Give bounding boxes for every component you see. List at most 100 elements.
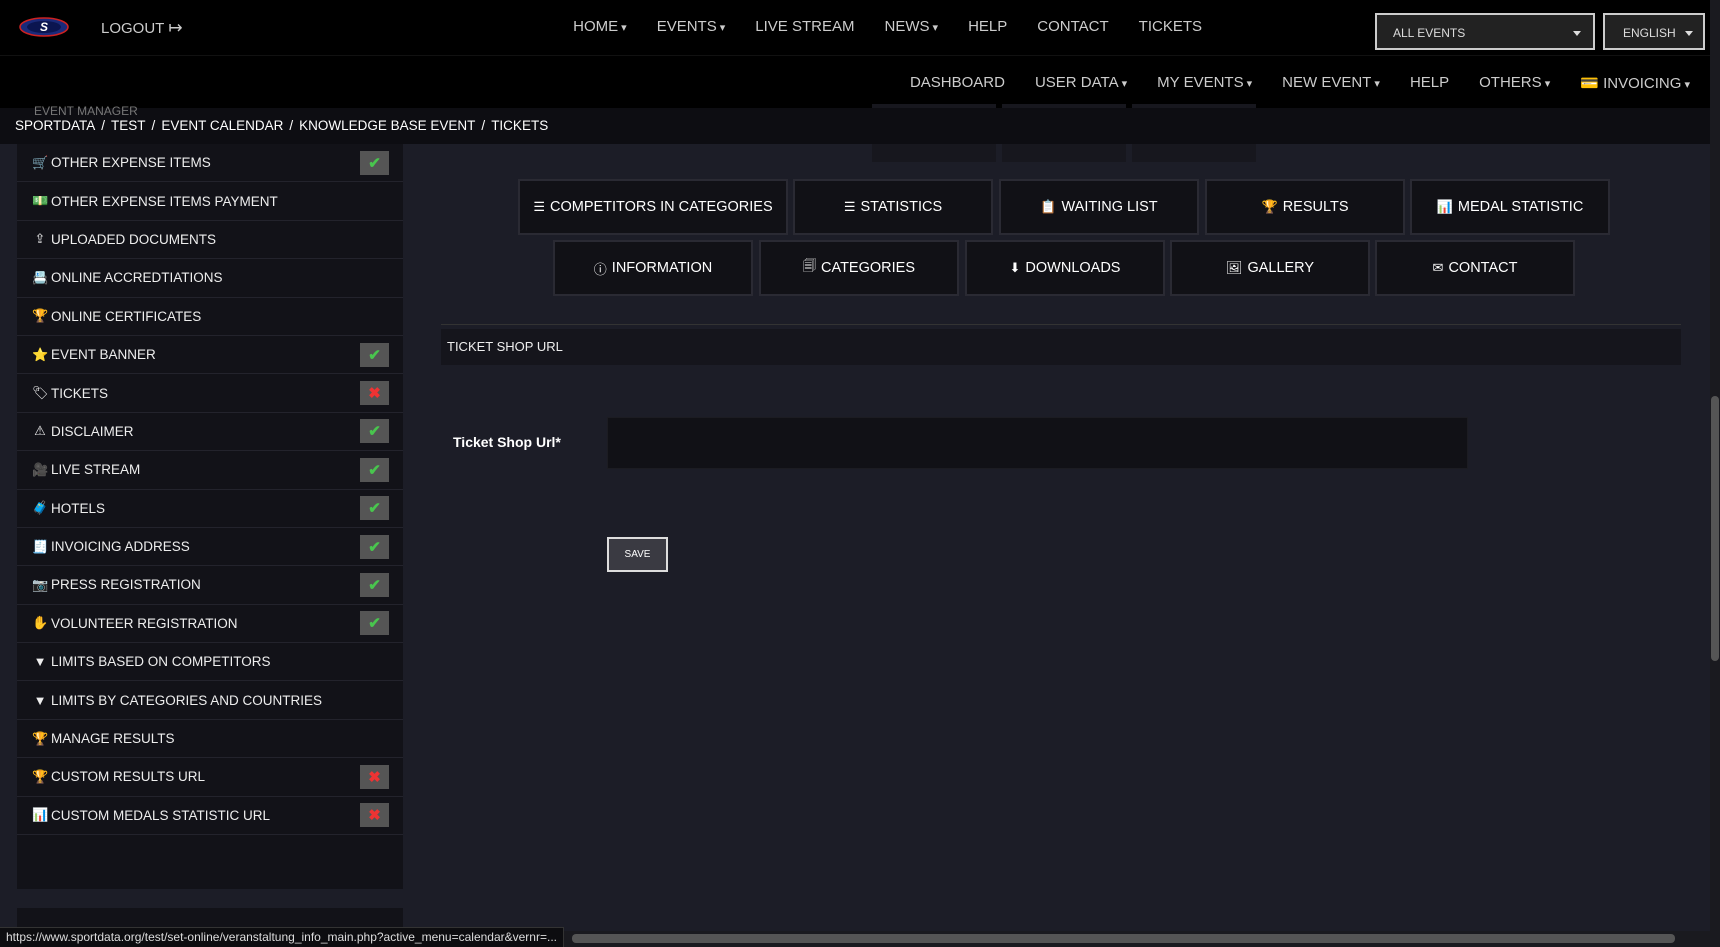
sidebar-item-label: PRESS REGISTRATION — [51, 577, 201, 593]
envelope-icon: ✉ — [1432, 260, 1444, 275]
id-card-icon: 💳 — [1580, 75, 1604, 92]
sidebar-item-other-expense-items-payment[interactable]: 💵 OTHER EXPENSE ITEMS PAYMENT — [17, 182, 403, 221]
sidebar-item-label: CUSTOM RESULTS URL — [51, 769, 206, 785]
sidebar-item-limits-by-categories-and-countries[interactable]: ▼ LIMITS BY CATEGORIES AND COUNTRIES — [17, 681, 403, 720]
invoice-icon: 🧾 — [32, 538, 49, 554]
logout-link[interactable]: LOGOUT ↦ — [101, 18, 183, 38]
nav-events[interactable]: EVENTS — [657, 18, 726, 35]
sidebar-item-label: ONLINE CERTIFICATES — [51, 308, 202, 324]
check-icon: ✔ — [360, 611, 389, 636]
trophy-icon: 🏆 — [32, 730, 49, 746]
sidebar-item-label: INVOICING ADDRESS — [51, 539, 190, 555]
money-icon: 💵 — [32, 193, 49, 209]
breadcrumb-item[interactable]: KNOWLEDGE BASE EVENT — [299, 118, 475, 133]
subnav-label: MY EVENTS — [1157, 74, 1244, 91]
nav-tickets[interactable]: TICKETS — [1139, 18, 1202, 35]
ticket-shop-url-input[interactable] — [607, 417, 1468, 469]
sidebar-item-label: TICKETS — [51, 385, 109, 401]
cross-icon: ✖ — [360, 803, 389, 828]
sidebar-item-live-stream[interactable]: 🎥 LIVE STREAM ✔ — [17, 451, 403, 490]
sportdata-logo[interactable]: S — [18, 14, 70, 40]
nav-help[interactable]: HELP — [968, 18, 1007, 35]
sidebar-item-label: LIVE STREAM — [51, 462, 141, 478]
subnav-my-events[interactable]: MY EVENTS — [1157, 74, 1252, 92]
logout-label: LOGOUT — [101, 19, 165, 37]
check-icon: ✔ — [360, 342, 389, 367]
button-medal-statistic[interactable]: 📊 MEDAL STATISTIC — [1410, 179, 1610, 235]
sidebar-item-hotels[interactable]: 🧳 HOTELS ✔ — [17, 490, 403, 528]
subnav-invoicing[interactable]: 💳 INVOICING — [1580, 74, 1690, 92]
top-navbar: S LOGOUT ↦ HOME EVENTS LIVE STREAM NEWS HELP… — [0, 0, 1720, 56]
button-label: MEDAL STATISTIC — [1457, 199, 1584, 215]
info-icon: ⓘ — [593, 261, 607, 277]
button-waiting-list[interactable]: 📋 WAITING LIST — [999, 179, 1199, 235]
filter-icon: ▼ — [33, 692, 47, 708]
nav-contact[interactable]: CONTACT — [1037, 18, 1108, 35]
sidebar-item-label: MANAGE RESULTS — [51, 731, 175, 747]
breadcrumb-item[interactable]: SPORTDATA — [15, 118, 95, 133]
sidebar-item-invoicing-address[interactable]: 🧾 INVOICING ADDRESS ✔ — [17, 528, 403, 567]
horizontal-scroll-thumb[interactable] — [572, 934, 1675, 943]
button-downloads[interactable]: ⬇ DOWNLOADS — [965, 240, 1165, 296]
button-label: WAITING LIST — [1061, 199, 1158, 215]
main-nav: HOME EVENTS LIVE STREAM NEWS HELP CONTACT TICK… — [573, 18, 1202, 35]
sidebar-item-custom-results-url[interactable]: 🏆 CUSTOM RESULTS URL ✖ — [17, 758, 403, 797]
filter-icon: ▼ — [33, 654, 47, 670]
events-select[interactable]: ALL EVENTS — [1375, 13, 1595, 50]
subnav-user-data[interactable]: USER DATA — [1035, 74, 1127, 92]
button-categories[interactable]: 🗐 CATEGORIES — [759, 240, 959, 296]
save-button[interactable]: SAVE — [607, 537, 668, 572]
sidebar-item-label: EVENT BANNER — [51, 347, 156, 363]
upload-icon: ⇪ — [34, 231, 46, 247]
sidebar-item-volunteer-registration[interactable]: ✋ VOLUNTEER REGISTRATION ✔ — [17, 605, 403, 644]
sidebar-item-press-registration[interactable]: 📷 PRESS REGISTRATION ✔ — [17, 566, 403, 605]
sidebar-item-online-accredtiations[interactable]: 📇 ONLINE ACCREDTIATIONS — [17, 259, 403, 298]
download-icon: ⬇ — [1009, 260, 1021, 275]
breadcrumb-separator: / — [289, 118, 294, 133]
sidebar-item-uploaded-documents[interactable]: ⇪ UPLOADED DOCUMENTS — [17, 221, 403, 260]
button-competitors-in-categories[interactable]: ☰ COMPETITORS IN CATEGORIES — [518, 179, 788, 235]
nav-news[interactable]: NEWS — [885, 18, 939, 35]
sidebar-item-label: VOLUNTEER REGISTRATION — [51, 615, 238, 631]
subnav-label: HELP — [1409, 74, 1450, 91]
ghost-event-manager: EVENT MANAGER — [34, 104, 138, 118]
sidebar-item-label: OTHER EXPENSE ITEMS — [51, 155, 211, 171]
sidebar-item-tickets[interactable]: 🏷 TICKETS ✖ — [17, 374, 403, 413]
sidebar-item-manage-results[interactable]: 🏆 MANAGE RESULTS — [17, 720, 403, 759]
subnav-help[interactable]: HELP — [1410, 74, 1449, 92]
button-information[interactable]: ⓘ INFORMATION — [553, 240, 753, 296]
button-statistics[interactable]: ☰ STATISTICS — [793, 179, 993, 235]
button-label: CATEGORIES — [821, 260, 915, 276]
list-check-icon: ☰ — [533, 199, 545, 214]
button-contact[interactable]: ✉ CONTACT — [1375, 240, 1575, 296]
subnav-dashboard[interactable]: DASHBOARD — [910, 74, 1005, 92]
nav-live-stream[interactable]: LIVE STREAM — [755, 18, 854, 35]
subnav-label: USER DATA — [1034, 74, 1119, 91]
clipboard-icon: 📋 — [1040, 199, 1057, 214]
subnav-label: NEW EVENT — [1282, 74, 1372, 91]
subnav-label: DASHBOARD — [909, 74, 1005, 91]
breadcrumb-separator: / — [481, 118, 486, 133]
subnav-new-event[interactable]: NEW EVENT — [1282, 74, 1380, 92]
button-label: DOWNLOADS — [1025, 260, 1121, 276]
sidebar-item-other-expense-items[interactable]: 🛒 OTHER EXPENSE ITEMS ✔ — [17, 144, 403, 183]
language-select[interactable]: ENGLISH — [1603, 13, 1705, 50]
sidebar-item-disclaimer[interactable]: ⚠ DISCLAIMER ✔ — [17, 413, 403, 452]
button-results[interactable]: 🏆 RESULTS — [1205, 179, 1405, 235]
button-gallery[interactable]: 🖼 GALLERY — [1170, 240, 1370, 296]
section-header: TICKET SHOP URL — [441, 329, 1681, 365]
breadcrumb-item[interactable]: TEST — [111, 118, 146, 133]
nav-home[interactable]: HOME — [573, 18, 627, 35]
sidebar-item-limits-based-on-competitors[interactable]: ▼ LIMITS BASED ON COMPETITORS — [17, 643, 403, 682]
sidebar-item-online-certificates[interactable]: 🏆 ONLINE CERTIFICATES — [17, 298, 403, 336]
trophy-icon: 🏆 — [1261, 199, 1278, 214]
sidebar-item-event-banner[interactable]: ⭐ EVENT BANNER ✔ — [17, 336, 403, 375]
sidebar-item-custom-medals-statistic-url[interactable]: 📊 CUSTOM MEDALS STATISTIC URL ✖ — [17, 797, 403, 836]
sidebar-item-label: LIMITS BASED ON COMPETITORS — [51, 654, 271, 670]
check-icon: ✔ — [360, 572, 389, 597]
breadcrumb-item[interactable]: EVENT CALENDAR — [161, 118, 283, 133]
check-icon: ✔ — [360, 457, 389, 482]
status-url: https://www.sportdata.org/test/set-onlin… — [0, 927, 564, 947]
subnav-others[interactable]: OTHERS — [1479, 74, 1550, 92]
vertical-scroll-thumb[interactable] — [1711, 396, 1719, 661]
